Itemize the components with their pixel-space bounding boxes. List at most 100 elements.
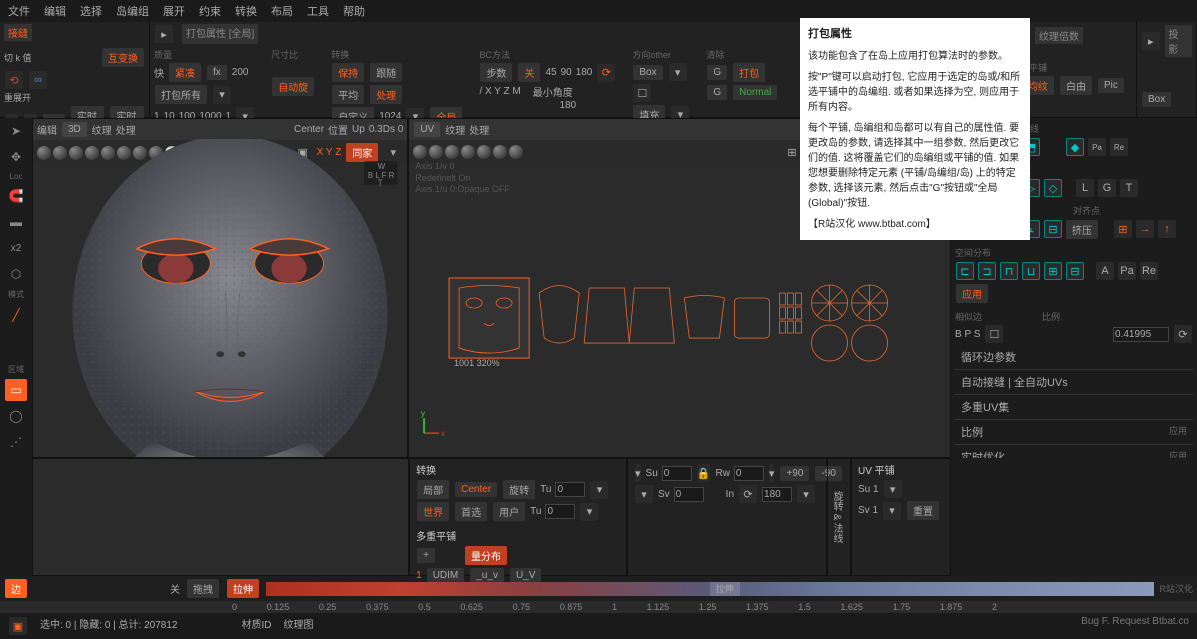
rot-btn[interactable]: 旋转 — [503, 480, 535, 499]
auto-rot-button[interactable]: 自动旋 — [272, 77, 314, 96]
refresh-icon[interactable]: ⟳ — [597, 64, 615, 82]
lgt-l[interactable]: L — [1076, 179, 1094, 197]
sv1-dd[interactable]: ▾ — [883, 502, 901, 520]
keep-button[interactable]: 保持 — [332, 63, 364, 82]
su-input[interactable] — [662, 466, 692, 481]
dist-btn[interactable]: 量分布 — [465, 546, 507, 565]
seam-icon-2[interactable]: ∞ — [29, 71, 47, 89]
line-tool[interactable]: ╱ — [5, 304, 27, 326]
ratio-row[interactable]: 比例应用 — [955, 420, 1193, 445]
follow-button[interactable]: 跟随 — [370, 63, 402, 82]
scale-input[interactable] — [1113, 327, 1169, 342]
sp5[interactable]: ⊞ — [1044, 262, 1062, 280]
pack-all-button[interactable]: 打包所有 — [155, 85, 207, 104]
arrow-tool[interactable]: ➤ — [5, 120, 27, 142]
menu-tools[interactable]: 工具 — [307, 3, 329, 19]
aln-pa[interactable]: Pa — [1088, 138, 1106, 156]
tu-dd2[interactable]: ▾ — [580, 503, 598, 521]
use-btn[interactable]: 用户 — [493, 502, 525, 521]
seam-tab[interactable]: 接缝 — [4, 24, 32, 41]
box2-button[interactable]: Box — [1142, 92, 1171, 107]
reset-btn[interactable]: 重置 — [907, 501, 939, 520]
in-refresh[interactable]: ⟳ — [739, 485, 757, 503]
seam-icon-1[interactable]: ⟲ — [5, 71, 23, 89]
g-button[interactable]: G — [707, 65, 727, 80]
shield-tool[interactable]: ⬡ — [5, 263, 27, 285]
n180-input[interactable] — [762, 487, 792, 502]
world-btn[interactable]: 世界 — [417, 502, 449, 521]
loop-edge-row[interactable]: 循环边参数 — [955, 345, 1193, 370]
rlinks[interactable]: R站汉化 — [1160, 582, 1194, 595]
step-btn[interactable]: 步数 — [480, 63, 512, 82]
sv-input[interactable] — [674, 487, 704, 502]
vp3d-center[interactable]: Center — [294, 124, 324, 135]
x2-tool[interactable]: x2 — [5, 237, 27, 259]
lasso-tool[interactable]: ◯ — [5, 405, 27, 427]
rw-input[interactable] — [734, 466, 764, 481]
tu-dd[interactable]: ▾ — [590, 481, 608, 499]
replace-button[interactable]: 互变换 — [102, 48, 144, 67]
sv-dd[interactable]: ▾ — [635, 485, 653, 503]
stretch-btn[interactable]: 挤压 — [1066, 220, 1098, 239]
al-1[interactable]: ⊞ — [1114, 220, 1132, 238]
proc-button[interactable]: 处理 — [370, 85, 402, 104]
sp6[interactable]: ⊟ — [1066, 262, 1084, 280]
edge-mode-btn[interactable]: 边 — [5, 579, 27, 598]
stretch-slider[interactable]: 拉伸 — [266, 582, 1154, 596]
expand-icon[interactable]: ▸ — [155, 25, 173, 43]
vpuv-tab-uv[interactable]: UV — [414, 122, 440, 137]
fx-button[interactable]: fx — [207, 65, 227, 80]
sp2[interactable]: ⊐ — [978, 262, 996, 280]
apr-pa[interactable]: Pa — [1118, 262, 1136, 280]
local-btn[interactable]: 局部 — [417, 480, 449, 499]
step-off[interactable]: 关 — [518, 63, 540, 82]
menu-transform[interactable]: 转换 — [235, 3, 257, 19]
drag-btn[interactable]: 拖拽 — [187, 579, 219, 598]
fill-check[interactable]: ☐ — [633, 84, 651, 102]
aln-re[interactable]: Re — [1110, 138, 1128, 156]
sp3[interactable]: ⊓ — [1000, 262, 1018, 280]
apr-a[interactable]: A — [1096, 262, 1114, 280]
bps-check[interactable]: ☐ — [985, 325, 1003, 343]
edge-tool[interactable]: ⋰ — [5, 431, 27, 453]
pic-button[interactable]: Pic — [1098, 78, 1124, 93]
viewport-3d[interactable]: 编辑 3D 纹理 处理 Center 位置 Up 0.3Ds 0 ⊞ 💡 ▣ X… — [32, 118, 408, 458]
vp3d-tab-tex[interactable]: 纹理 — [92, 122, 112, 137]
su1-dd[interactable]: ▾ — [884, 480, 902, 498]
lgt-t[interactable]: T — [1120, 179, 1138, 197]
menu-edit[interactable]: 编辑 — [44, 3, 66, 19]
vp3d-pos[interactable]: 位置 — [328, 122, 348, 137]
vp3d-tab-proc[interactable]: 处理 — [116, 122, 136, 137]
vp3d-up[interactable]: Up — [352, 124, 365, 135]
box-button[interactable]: Box — [633, 65, 662, 80]
sp4[interactable]: ⊔ — [1022, 262, 1040, 280]
accurate-button[interactable]: 紧凑 — [169, 63, 201, 82]
face-render[interactable]: W B L F R T — [33, 139, 407, 457]
su-dd[interactable]: ▾ — [635, 464, 641, 482]
lgt-g[interactable]: G — [1098, 179, 1116, 197]
sp1[interactable]: ⊏ — [956, 262, 974, 280]
menu-select[interactable]: 选择 — [80, 3, 102, 19]
move-tool[interactable]: ✥ — [5, 146, 27, 168]
aln-1[interactable]: ◆ — [1066, 138, 1084, 156]
tu-input[interactable] — [555, 482, 585, 497]
scale-refresh-icon[interactable]: ⟳ — [1174, 325, 1192, 343]
add-tile-btn[interactable]: + — [417, 548, 435, 563]
g-button-2[interactable]: G — [707, 85, 727, 100]
center-btn[interactable]: Center — [455, 482, 497, 497]
rtopt-row[interactable]: 实时优化应用 — [955, 445, 1193, 458]
p90-btn[interactable]: +90 — [780, 466, 809, 481]
menu-file[interactable]: 文件 — [8, 3, 30, 19]
multi-uv-row[interactable]: 多重UV集 — [955, 395, 1193, 420]
magnet-tool[interactable]: 🧲 — [5, 185, 27, 207]
vpuv-tab-proc[interactable]: 处理 — [469, 122, 489, 137]
menu-unfold[interactable]: 展开 — [163, 3, 185, 19]
pack-button[interactable]: 打包 — [733, 63, 765, 82]
vpuv-tab-tex[interactable]: 纹理 — [445, 122, 465, 137]
auto-seam-row[interactable]: 自动接缝 | 全自动UVs — [955, 370, 1193, 395]
white-button[interactable]: 白由 — [1060, 76, 1092, 95]
brush-tool[interactable]: ▬ — [5, 211, 27, 233]
dd4[interactable]: ▾ — [669, 63, 687, 81]
stretch-btn2[interactable]: 拉伸 — [227, 579, 259, 598]
d5[interactable]: ⊟ — [1044, 220, 1062, 238]
